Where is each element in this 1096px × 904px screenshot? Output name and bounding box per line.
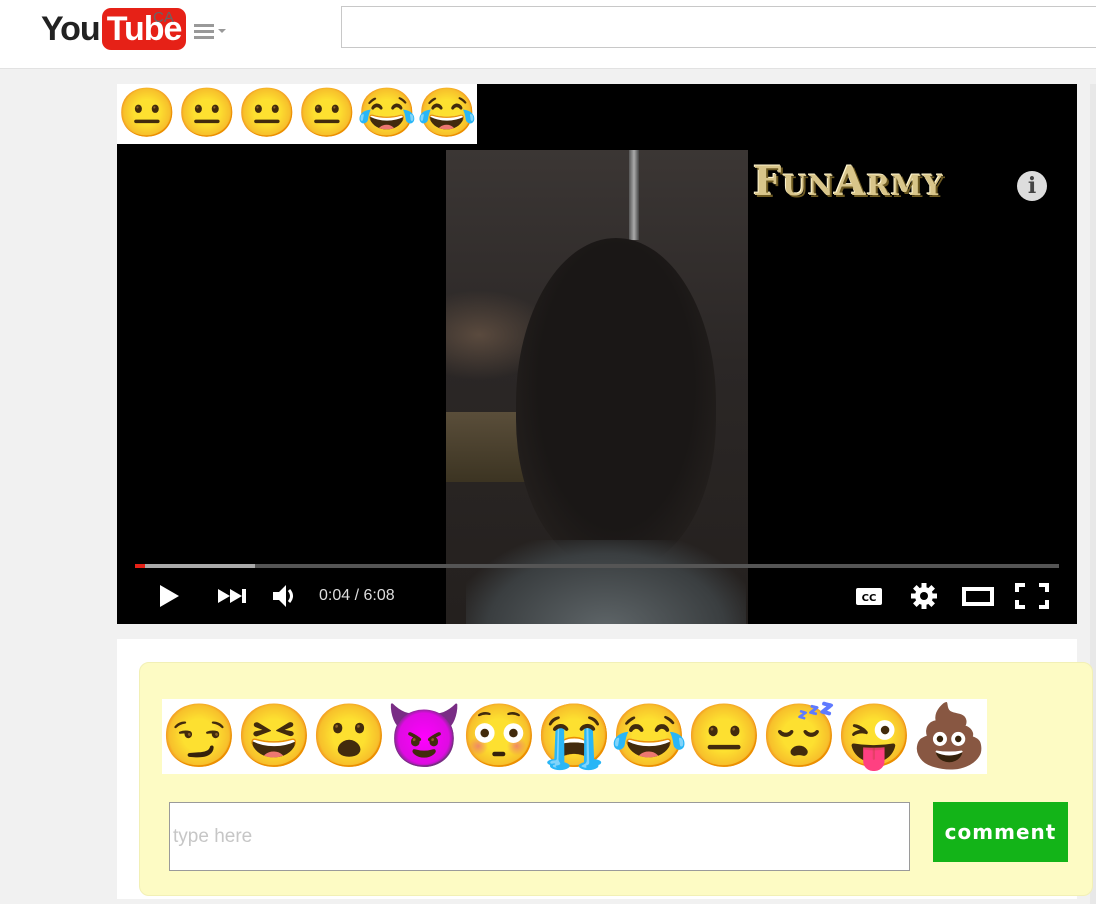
- tears-of-joy-icon: 😂: [417, 87, 477, 140]
- neutral-face-icon: 😐: [177, 87, 237, 140]
- hamburger-icon-bar: [194, 30, 214, 33]
- rage-face-laughing-icon[interactable]: 😆: [237, 699, 312, 774]
- neutral-face-icon: 😐: [117, 87, 177, 140]
- comment-input[interactable]: [169, 802, 910, 871]
- crying-face-icon[interactable]: 😭: [537, 699, 612, 774]
- rage-face-challenge-accepted-icon[interactable]: 😏: [162, 699, 237, 774]
- guide-menu-button[interactable]: [194, 24, 228, 40]
- channel-watermark: FunArmy: [753, 158, 944, 205]
- settings-button[interactable]: [909, 580, 939, 612]
- closed-captions-icon: CC: [856, 588, 882, 605]
- play-button[interactable]: [157, 580, 181, 612]
- reaction-picker: 😏 😆 😮 😈 😳 😭 😂 😐 😴 😜 💩: [162, 699, 987, 774]
- tears-of-joy-icon: 😂: [357, 87, 417, 140]
- skip-next-icon: [218, 589, 246, 603]
- masthead: You Tube CA: [0, 0, 1096, 69]
- time-separator: /: [350, 587, 364, 604]
- time-total: 6:08: [363, 587, 395, 604]
- hamburger-icon-bar: [194, 36, 214, 39]
- time-current: 0:04: [319, 587, 351, 604]
- progress-played: [135, 564, 146, 568]
- sleeping-face-icon[interactable]: 😴: [762, 699, 837, 774]
- captions-button[interactable]: CC: [855, 580, 883, 612]
- neutral-face-icon: 😐: [297, 87, 357, 140]
- rage-face-wide-eyed-icon[interactable]: 😳: [462, 699, 537, 774]
- winking-tongue-face-icon[interactable]: 😜: [837, 699, 912, 774]
- theater-mode-button[interactable]: [962, 580, 994, 612]
- logo-you-text: You: [41, 9, 101, 48]
- play-icon: [160, 585, 179, 607]
- fullscreen-icon: [1015, 583, 1049, 609]
- progress-bar[interactable]: [135, 564, 1059, 568]
- caret-down-icon: [218, 29, 226, 33]
- comment-button[interactable]: comment: [933, 802, 1068, 862]
- volume-button[interactable]: [271, 580, 299, 612]
- theater-mode-icon: [962, 587, 994, 606]
- gear-icon: [911, 583, 937, 609]
- fullscreen-button[interactable]: [1015, 580, 1049, 612]
- search-input[interactable]: [341, 6, 1096, 48]
- flaming-poop-icon[interactable]: 💩: [912, 699, 987, 774]
- region-label: CA: [153, 9, 174, 26]
- volume-icon: [273, 585, 293, 607]
- troll-face-icon[interactable]: 😈: [387, 699, 462, 774]
- video-person-shirt: [466, 540, 746, 624]
- info-icon[interactable]: i: [1017, 171, 1047, 201]
- cc-label: CC: [862, 593, 877, 604]
- tears-of-joy-icon[interactable]: 😂: [612, 699, 687, 774]
- youtube-logo[interactable]: You Tube CA: [41, 7, 187, 51]
- video-background-pole: [629, 150, 639, 240]
- video-frame: [446, 150, 748, 624]
- rage-face-surprised-icon[interactable]: 😮: [312, 699, 387, 774]
- hamburger-icon: [194, 24, 214, 27]
- reaction-emoji-strip: 😐 😐 😐 😐 😂 😂: [117, 84, 477, 144]
- video-person-silhouette: [516, 238, 716, 568]
- neutral-face-icon: 😐: [237, 87, 297, 140]
- video-player[interactable]: 😐 😐 😐 😐 😂 😂 FunArmy i 0:04 / 6:08 CC: [117, 84, 1077, 624]
- next-button[interactable]: [217, 580, 247, 612]
- progress-buffered: [135, 564, 256, 568]
- time-display: 0:04 / 6:08: [319, 587, 395, 605]
- neutral-face-icon[interactable]: 😐: [687, 699, 762, 774]
